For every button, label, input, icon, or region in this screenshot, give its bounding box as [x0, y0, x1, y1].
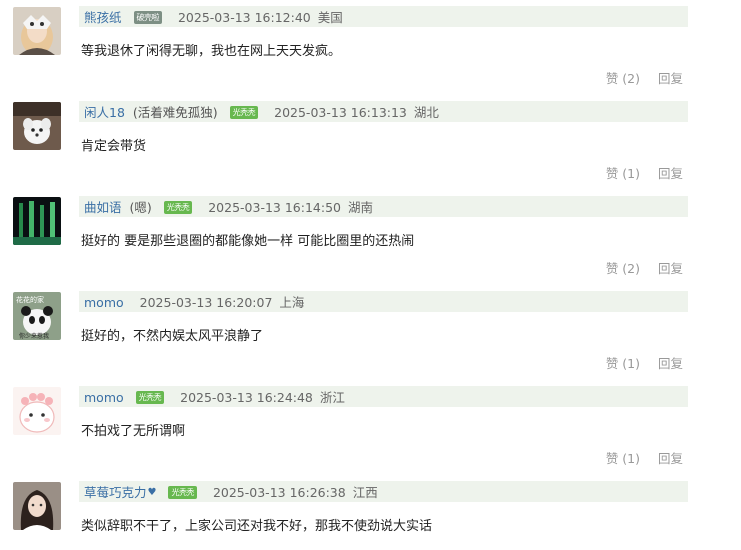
comment-actions: 赞 (1) 回复	[606, 448, 683, 467]
comment-meta-bar: 曲如语 (嗯) 光秃秃 2025-03-13 16:14:50 湖南	[79, 196, 688, 217]
comment-text: 肯定会带货	[81, 139, 147, 154]
username-link[interactable]: 熊孩纸	[84, 10, 122, 25]
user-note: (活着难免孤独)	[132, 105, 218, 120]
user-level-badge: 光秃秃	[135, 391, 165, 404]
reply-button[interactable]: 回复	[658, 451, 683, 466]
comment-meta-bar: 草莓巧克力♥ 光秃秃 2025-03-13 16:26:38 江西	[79, 481, 688, 502]
avatar[interactable]	[13, 482, 61, 530]
comment-text: 挺好的，不然内娱太风平浪静了	[81, 329, 264, 344]
user-level-badge: 破壳啦	[133, 11, 162, 24]
comment-item: 熊孩纸 破壳啦 2025-03-13 16:12:40 美国 等我退休了闲得无聊…	[0, 0, 741, 95]
comment-item: 花花的家 你少来惹我 momo 2025-03-13 16:20:07 上海 挺…	[0, 285, 741, 380]
comment-item: 草莓巧克力♥ 光秃秃 2025-03-13 16:26:38 江西 类似辞职不干…	[0, 475, 741, 550]
avatar-caption-bottom: 你少来惹我	[19, 332, 49, 340]
username-link[interactable]: 草莓巧克力	[84, 485, 147, 500]
avatar-girl-mask-icon	[13, 7, 61, 55]
like-button[interactable]: 赞 (1)	[606, 451, 640, 466]
comment-actions: 赞 (1) 回复	[606, 353, 683, 372]
comment-meta-bar: momo 2025-03-13 16:20:07 上海	[79, 291, 688, 312]
comment-meta-bar: momo 光秃秃 2025-03-13 16:24:48 浙江	[79, 386, 688, 407]
user-level-badge: 光秃秃	[229, 106, 259, 119]
avatar-panda-icon: 花花的家 你少来惹我	[13, 292, 61, 340]
like-button[interactable]: 赞 (1)	[606, 166, 640, 181]
username-link[interactable]: momo	[84, 390, 124, 405]
comment-list: 熊孩纸 破壳啦 2025-03-13 16:12:40 美国 等我退休了闲得无聊…	[0, 0, 741, 550]
comment-actions: 赞 (2) 回复	[606, 68, 683, 87]
comment-timestamp: 2025-03-13 16:24:48	[180, 390, 313, 405]
avatar[interactable]	[13, 387, 61, 435]
comment-timestamp: 2025-03-13 16:26:38	[212, 485, 346, 500]
avatar[interactable]: 花花的家 你少来惹我	[13, 292, 61, 340]
username-link[interactable]: 曲如语	[84, 200, 122, 215]
avatar[interactable]	[13, 7, 61, 55]
avatar-green-lights-icon	[13, 197, 61, 245]
comment-location: 湖南	[347, 200, 373, 215]
comment-location: 浙江	[319, 390, 345, 405]
comment-location: 江西	[352, 485, 378, 500]
comment-timestamp: 2025-03-13 16:20:07	[139, 295, 273, 310]
like-button[interactable]: 赞 (2)	[606, 261, 640, 276]
comment-actions: 赞 (2) 回复	[606, 258, 683, 277]
reply-button[interactable]: 回复	[658, 261, 683, 276]
comment-location: 湖北	[413, 105, 439, 120]
username-link[interactable]: momo	[84, 295, 124, 310]
user-level-badge: 光秃秃	[163, 201, 193, 214]
reply-button[interactable]: 回复	[658, 166, 683, 181]
comment-timestamp: 2025-03-13 16:12:40	[177, 10, 311, 25]
avatar[interactable]	[13, 102, 61, 150]
comment-meta-bar: 闲人18 (活着难免孤独) 光秃秃 2025-03-13 16:13:13 湖北	[79, 101, 688, 122]
comment-location: 上海	[279, 295, 305, 310]
reply-button[interactable]: 回复	[658, 356, 683, 371]
username-link[interactable]: 闲人18	[84, 105, 125, 120]
avatar[interactable]	[13, 197, 61, 245]
like-button[interactable]: 赞 (1)	[606, 356, 640, 371]
comment-text: 类似辞职不干了，上家公司还对我不好，那我不使劲说大实话	[81, 519, 433, 534]
comment-text: 等我退休了闲得无聊，我也在网上天天发疯。	[81, 44, 342, 59]
avatar-dark-hair-girl-icon	[13, 482, 61, 530]
comment-item: 闲人18 (活着难免孤独) 光秃秃 2025-03-13 16:13:13 湖北…	[0, 95, 741, 190]
heart-icon: ♥	[147, 487, 157, 498]
like-button[interactable]: 赞 (2)	[606, 71, 640, 86]
user-level-badge: 光秃秃	[168, 486, 197, 499]
comment-actions: 赞 (1) 回复	[606, 163, 683, 182]
reply-button[interactable]: 回复	[658, 71, 683, 86]
avatar-pink-creature-icon	[13, 387, 61, 435]
comment-location: 美国	[317, 10, 343, 25]
comment-text: 不拍戏了无所谓啊	[81, 424, 186, 439]
comment-text: 挺好的 要是那些退圈的都能像她一样 可能比圈里的还热闹	[81, 234, 415, 249]
avatar-caption-top: 花花的家	[16, 295, 44, 304]
comment-timestamp: 2025-03-13 16:13:13	[274, 105, 407, 120]
comment-item: momo 光秃秃 2025-03-13 16:24:48 浙江 不拍戏了无所谓啊…	[0, 380, 741, 475]
comment-timestamp: 2025-03-13 16:14:50	[208, 200, 341, 215]
comment-meta-bar: 熊孩纸 破壳啦 2025-03-13 16:12:40 美国	[79, 6, 688, 27]
avatar-white-dog-icon	[13, 102, 61, 150]
user-note: (嗯)	[129, 200, 152, 215]
comment-item: 曲如语 (嗯) 光秃秃 2025-03-13 16:14:50 湖南 挺好的 要…	[0, 190, 741, 285]
